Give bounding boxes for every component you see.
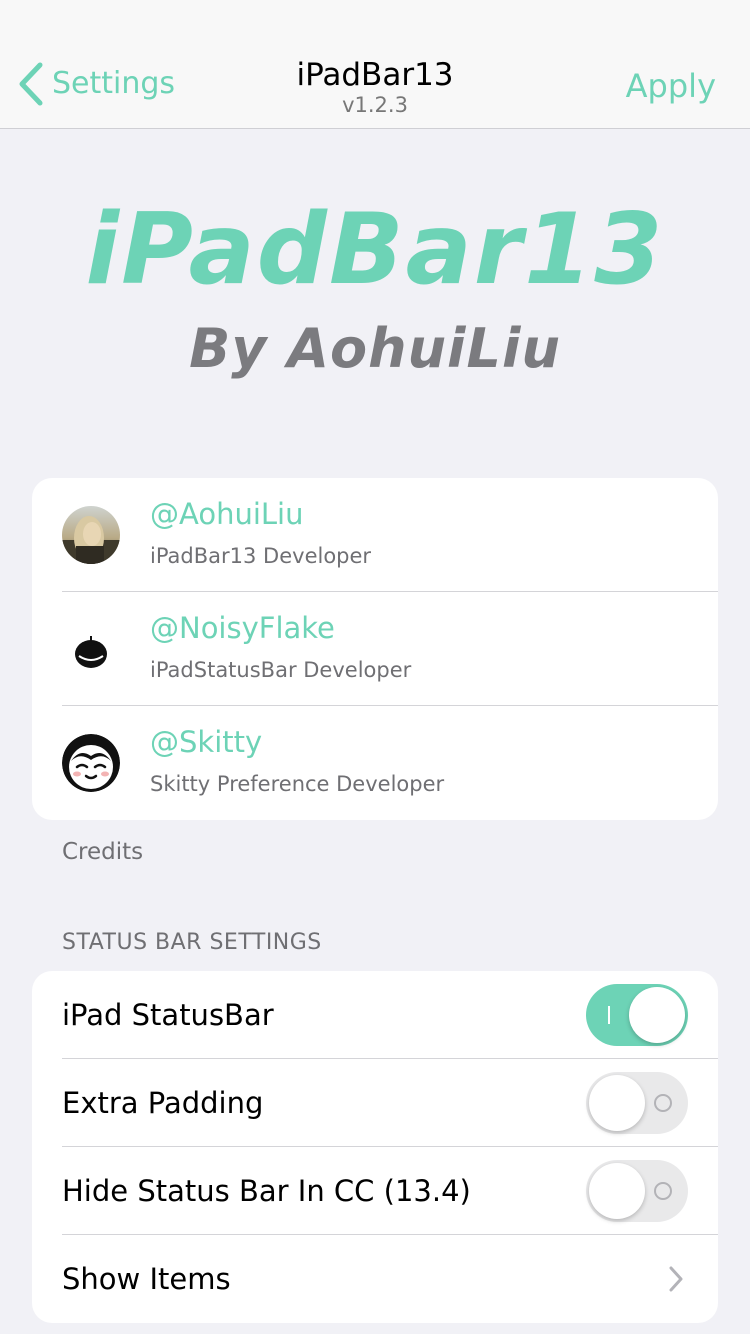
hero-title: iPadBar13 <box>85 193 665 307</box>
section-header: STATUS BAR SETTINGS <box>62 930 322 955</box>
credit-handle: @NoisyFlake <box>150 611 335 645</box>
credit-handle: @AohuiLiu <box>150 497 304 531</box>
hide-status-bar-cc-toggle[interactable] <box>586 1160 688 1222</box>
credit-row-aohuiliu[interactable]: @AohuiLiu iPadBar13 Developer <box>32 478 718 592</box>
status-bar-settings-card: iPad StatusBar Extra Padding Hide Status… <box>32 971 718 1323</box>
chevron-right-icon <box>669 1266 683 1292</box>
credit-role: iPadBar13 Developer <box>150 544 372 568</box>
setting-label: Show Items <box>62 1262 231 1296</box>
credit-role: iPadStatusBar Developer <box>150 658 412 682</box>
toggle-knob <box>629 987 685 1043</box>
setting-row-hide-status-bar-cc: Hide Status Bar In CC (13.4) <box>32 1147 718 1235</box>
toggle-off-indicator <box>654 1094 672 1112</box>
credit-row-skitty[interactable]: @Skitty Skitty Preference Developer <box>32 706 718 820</box>
setting-label: iPad StatusBar <box>62 998 274 1032</box>
credits-card: @AohuiLiu iPadBar13 Developer @NoisyFlak… <box>32 478 718 820</box>
credit-row-noisyflake[interactable]: @NoisyFlake iPadStatusBar Developer <box>32 592 718 706</box>
setting-label: Extra Padding <box>62 1086 264 1120</box>
hero-subtitle: By AohuiLiu <box>189 317 561 380</box>
toggle-on-indicator <box>608 1006 610 1024</box>
tomato-icon <box>62 620 120 678</box>
apply-button[interactable]: Apply <box>626 66 716 106</box>
setting-label: Hide Status Bar In CC (13.4) <box>62 1174 471 1208</box>
setting-row-ipad-statusbar: iPad StatusBar <box>32 971 718 1059</box>
extra-padding-toggle[interactable] <box>586 1072 688 1134</box>
navigation-bar: Settings iPadBar13 v1.2.3 Apply <box>0 0 750 129</box>
setting-row-show-items[interactable]: Show Items <box>32 1235 718 1323</box>
credit-handle: @Skitty <box>150 725 263 759</box>
toggle-knob <box>589 1163 645 1219</box>
credits-footer-label: Credits <box>62 839 144 865</box>
toggle-knob <box>589 1075 645 1131</box>
profile-photo <box>62 506 120 564</box>
setting-row-extra-padding: Extra Padding <box>32 1059 718 1147</box>
ipad-statusbar-toggle[interactable] <box>586 984 688 1046</box>
skitty-face-icon <box>62 734 120 792</box>
toggle-off-indicator <box>654 1182 672 1200</box>
credit-role: Skitty Preference Developer <box>150 772 445 796</box>
